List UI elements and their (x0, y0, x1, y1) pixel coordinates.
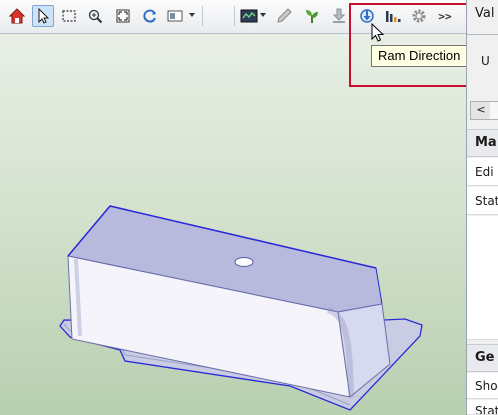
chart-dropdown-icon[interactable] (260, 13, 266, 17)
mouse-cursor-icon (371, 23, 385, 42)
fit-view-icon[interactable] (112, 5, 134, 27)
view-layout-icon[interactable] (165, 5, 187, 27)
property-empty-area (467, 216, 498, 340)
home-icon[interactable] (6, 5, 28, 27)
section-header-material[interactable]: Ma (467, 129, 498, 157)
box-select-icon[interactable] (58, 5, 80, 27)
property-row-edit[interactable]: Edi (467, 158, 498, 186)
chart-monitor-icon[interactable] (238, 5, 260, 27)
zoom-icon[interactable] (84, 5, 106, 27)
property-row-show[interactable]: Sho (467, 373, 498, 399)
3d-viewport[interactable] (0, 34, 466, 415)
property-row-state[interactable]: Stat (467, 400, 498, 415)
panel-top-label: Val (475, 6, 495, 21)
download-icon[interactable] (328, 5, 350, 27)
toolbar-separator (234, 6, 235, 26)
rotate-icon[interactable] (139, 5, 161, 27)
ram-direction-tooltip: Ram Direction (371, 45, 468, 67)
part-model[interactable] (0, 34, 466, 415)
scroll-left-button[interactable]: < (470, 101, 492, 120)
section-header-general[interactable]: Ge (467, 344, 498, 372)
view-layout-dropdown-icon[interactable] (189, 13, 195, 17)
panel-group-frame (467, 34, 498, 105)
plant-icon[interactable] (301, 5, 323, 27)
panel-group-label: U (481, 54, 490, 68)
pencil-icon[interactable] (273, 5, 295, 27)
horizontal-scrollbar[interactable] (490, 101, 498, 120)
toolbar-separator (202, 6, 203, 26)
select-arrow-icon[interactable] (32, 5, 54, 27)
properties-panel: Val U < Ma Edi Stat Ge Sho Stat (466, 0, 498, 415)
property-row-status[interactable]: Stat (467, 187, 498, 215)
